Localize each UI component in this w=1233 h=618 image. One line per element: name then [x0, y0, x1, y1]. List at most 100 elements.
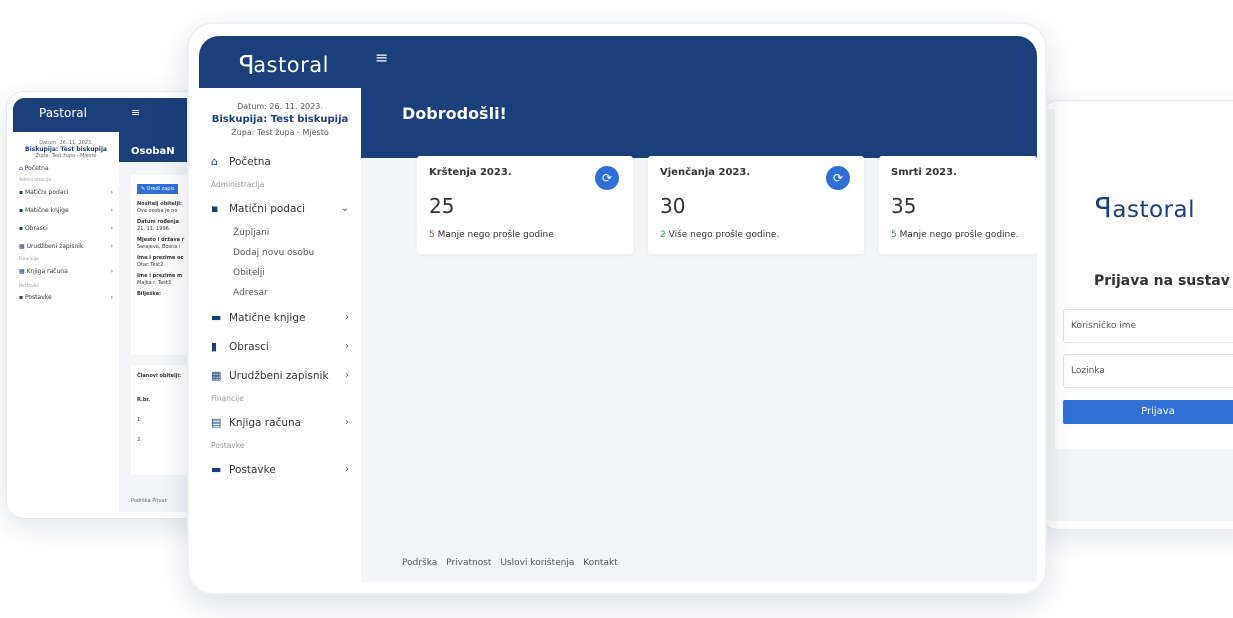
login-title: Prijava na sustav: [1094, 273, 1230, 289]
sidebar-item-postavke[interactable]: ▬ Postavke ›: [211, 455, 349, 484]
stat-title: Krštenja 2023.: [429, 167, 512, 178]
sidebar-subitem-zupljani[interactable]: Župljani: [211, 223, 349, 243]
field-label: Datum rođenja: [137, 219, 179, 225]
sidebar: ꟼastoral Datum: 26. 11. 2023. Biskupija:…: [199, 36, 361, 582]
stat-title: Vjenčanja 2023.: [660, 167, 751, 178]
stat-title: Smrti 2023.: [891, 167, 957, 178]
stat-card-smrti: Smrti 2023. 35 5 Manje nego prošle godin…: [879, 156, 1037, 254]
left-nav-racuni[interactable]: ▦ Knjiga računa ›: [19, 268, 113, 284]
left-diocese: Biskupija: Test biskupija: [25, 146, 107, 153]
stat-note: 5 Manje nego prošle godine.: [891, 230, 1019, 240]
left-nav-home[interactable]: ⌂ Početna: [19, 165, 113, 178]
section-financije: Financije: [211, 394, 244, 403]
stat-delta: 2: [660, 230, 666, 240]
footer-links: Podrška Privatnost Uslovi korištenja Kon…: [402, 558, 624, 568]
sidebar-item-obrasci[interactable]: ▮ Obrasci ›: [211, 332, 349, 361]
diocese-name: Biskupija: Test biskupija: [211, 114, 349, 125]
footer-link-uslovi[interactable]: Uslovi korištenja: [500, 558, 574, 568]
sidebar-item-maticni-podaci[interactable]: ▪ Matični podaci ⌄: [211, 194, 349, 223]
field-value: Sarajevo, Bosna i: [137, 244, 181, 250]
field-label: Mjesto i država r: [137, 237, 185, 243]
field-label: Bilješka:: [137, 291, 162, 297]
stat-note: 2 Više nego prošle godine.: [660, 230, 780, 240]
sidebar-item-urudzbeni[interactable]: ▦ Urudžbeni zapisnik ›: [211, 361, 349, 390]
members-title: Članovi obitelji:: [137, 373, 182, 379]
chevron-right-icon: ›: [345, 312, 349, 323]
parish-name: Župa: Test župa - Mjesto: [231, 128, 329, 137]
refresh-icon[interactable]: ⟳: [826, 166, 850, 190]
field-value: Majka r. Test3: [137, 280, 172, 286]
left-nav-knjige[interactable]: ▪ Matične knjige ›: [19, 207, 113, 225]
left-parish: Župa: Test župa - Mjesto: [35, 153, 97, 159]
home-icon: ⌂: [211, 155, 218, 168]
id-card-icon: ▪: [211, 202, 219, 215]
stat-value: 35: [891, 194, 917, 218]
password-field[interactable]: Lozinka: [1063, 354, 1233, 388]
login-brand-logo: ꟼastoral: [1095, 191, 1195, 224]
refresh-icon[interactable]: ⟳: [595, 166, 619, 190]
left-device-screen: Pastoral ≡ Datum: 26. 11. 2023. Biskupij…: [13, 98, 205, 512]
stat-card-vjencanja: Vjenčanja 2023. ⟳ 30 2 Više nego prošle …: [648, 156, 864, 254]
left-nav-urudzbeni[interactable]: ▦ Urudžbeni zapisnik ›: [19, 243, 113, 257]
left-brand-logo: Pastoral: [13, 98, 119, 132]
login-card: ꟼastoral Prijava na sustav Korisničko im…: [1055, 109, 1233, 449]
field-value: 21. 11. 1996.: [137, 226, 171, 232]
chevron-right-icon: ›: [345, 341, 349, 352]
settings-box-icon: ▬: [211, 463, 222, 476]
field-value: Otac Test2: [137, 262, 164, 268]
left-device-frame: Pastoral ≡ Datum: 26. 11. 2023. Biskupij…: [6, 91, 206, 519]
left-edit-button[interactable]: ✎ Uredi zapis: [137, 184, 179, 194]
brand-logo: ꟼastoral: [199, 36, 361, 88]
login-button[interactable]: Prijava: [1063, 400, 1233, 424]
sidebar-subitem-dodaj-osobu[interactable]: Dodaj novu osobu: [211, 243, 349, 263]
file-icon: ▮: [211, 340, 218, 353]
left-nav-obrasci[interactable]: ▪ Obrasci ›: [19, 225, 113, 243]
sidebar-item-maticne-knjige[interactable]: ▬ Matične knjige ›: [211, 303, 349, 332]
brand-mark-icon: ꟼ: [239, 51, 256, 81]
stat-delta: 5: [891, 230, 897, 240]
top-header-band: [361, 36, 1037, 158]
table-icon: ▤: [211, 416, 222, 429]
field-label: Nositelj obitelji:: [137, 201, 182, 207]
current-date: Datum: 26. 11. 2023.: [237, 102, 323, 111]
left-nav-section-post: Postavke: [19, 284, 40, 289]
sidebar-subitem-obitelji[interactable]: Obitelji: [211, 263, 349, 283]
footer-link-kontakt[interactable]: Kontakt: [583, 558, 617, 568]
left-nav-section-admin: Administracija: [19, 178, 52, 183]
footer-link-privatnost[interactable]: Privatnost: [446, 558, 491, 568]
chevron-right-icon: ›: [345, 417, 349, 428]
footer-link-podrska[interactable]: Podrška: [402, 558, 437, 568]
field-value: Ova osoba je no: [137, 208, 178, 214]
username-field[interactable]: Korisničko ime: [1063, 309, 1233, 343]
left-footer: Podrška Privat: [131, 498, 167, 504]
section-administracija: Administracija: [211, 180, 265, 189]
stat-note: 5 Manje nego prošle godine: [429, 230, 554, 240]
left-nav-postavke[interactable]: ▪ Postavke ›: [19, 294, 113, 308]
left-nav-section-fin: Financije: [19, 257, 39, 262]
context-info: Datum: 26. 11. 2023. Biskupija: Test bis…: [199, 88, 361, 147]
field-label: Ime i prezime oc: [137, 255, 184, 261]
main-screen: ≡ Dobrodošli! ꟼastoral Datum: 26. 11. 20…: [199, 36, 1037, 582]
hamburger-menu-icon[interactable]: ≡: [375, 48, 388, 67]
stat-value: 30: [660, 194, 686, 218]
sidebar-item-pocetna[interactable]: ⌂ Početna: [211, 147, 349, 176]
field-label: Ime i prezime m: [137, 273, 183, 279]
sidebar-nav: ⌂ Početna Administracija ▪ Matični podaci ⌄…: [199, 147, 361, 484]
left-hamburger-icon[interactable]: ≡: [131, 106, 140, 119]
left-nav-maticni[interactable]: ▪ Matični podaci ›: [19, 189, 113, 207]
chevron-down-icon: ⌄: [340, 203, 349, 214]
chevron-right-icon: ›: [345, 370, 349, 381]
stat-value: 25: [429, 194, 455, 218]
calendar-icon: ▦: [211, 369, 222, 382]
left-page-title: OsobaN: [131, 146, 175, 157]
right-device-frame: ꟼastoral Prijava na sustav Korisničko im…: [1040, 100, 1233, 530]
stat-card-krstenja: Krštenja 2023. ⟳ 25 5 Manje nego prošle …: [417, 156, 633, 254]
left-sidebar: Datum: 26. 11. 2023. Biskupija: Test bis…: [13, 132, 119, 512]
chevron-right-icon: ›: [345, 464, 349, 475]
left-nav: ⌂ Početna Administracija ▪ Matični podac…: [13, 165, 119, 308]
sidebar-subitem-adresar[interactable]: Adresar: [211, 283, 349, 303]
sidebar-item-knjiga-racuna[interactable]: ▤ Knjiga računa ›: [211, 408, 349, 437]
right-device-screen: ꟼastoral Prijava na sustav Korisničko im…: [1047, 109, 1233, 521]
book-icon: ▬: [211, 311, 222, 324]
section-postavke: Postavke: [211, 441, 245, 450]
